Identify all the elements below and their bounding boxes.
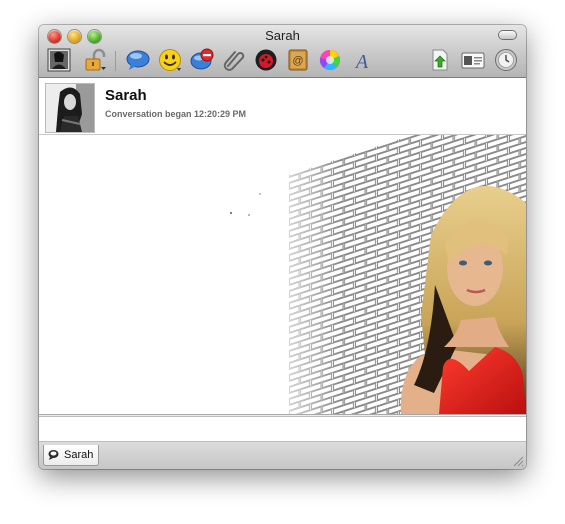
- message-transcript: [39, 135, 526, 415]
- resize-grip-icon[interactable]: [512, 455, 524, 467]
- svg-text:@: @: [292, 55, 303, 67]
- block-icon: [190, 48, 214, 70]
- avatar: [45, 83, 95, 133]
- contact-card-button[interactable]: [461, 48, 485, 72]
- contact-picture-icon: [47, 48, 71, 72]
- contact-picture-button[interactable]: [47, 48, 71, 72]
- encryption-button[interactable]: [83, 48, 107, 72]
- toolbar-toggle-button[interactable]: [499, 31, 516, 39]
- block-button[interactable]: [190, 48, 214, 72]
- svg-text:A: A: [354, 51, 369, 72]
- conversation-start-time: Conversation began 12:20:29 PM: [105, 109, 247, 119]
- padlock-icon: [85, 48, 106, 71]
- send-file-button[interactable]: [222, 48, 246, 72]
- message-input[interactable]: [39, 416, 526, 442]
- tab-bar: Sarah: [39, 442, 526, 469]
- font-button[interactable]: A: [350, 48, 374, 73]
- ladybug-icon: [255, 49, 277, 71]
- upload-button[interactable]: [428, 48, 452, 72]
- smiley-face-icon: [159, 49, 181, 71]
- upload-arrow-icon: [432, 49, 448, 71]
- tab-sarah[interactable]: Sarah: [43, 445, 99, 466]
- chat-window: Sarah @ A Sarah Conversation began 12:20…: [39, 25, 526, 469]
- toolbar-separator: [115, 51, 116, 71]
- clock-icon: [495, 49, 517, 71]
- emoticon-button[interactable]: [158, 48, 182, 72]
- tab-label: Sarah: [64, 449, 94, 461]
- chat-bubble-button[interactable]: [126, 48, 150, 72]
- titlebar: Sarah @ A: [39, 25, 526, 78]
- font-letter-icon: A: [354, 51, 369, 73]
- paperclip-icon: [223, 51, 245, 71]
- conversation-header: Sarah Conversation began 12:20:29 PM: [39, 78, 526, 135]
- address-book-button[interactable]: @: [286, 48, 310, 72]
- transcript-background-image: [39, 135, 526, 414]
- contact-name: Sarah: [105, 87, 147, 104]
- chat-icon: [48, 450, 59, 460]
- color-button[interactable]: [318, 48, 342, 72]
- contact-card-icon: [461, 52, 485, 69]
- window-title: Sarah: [265, 28, 300, 43]
- speech-bubble-icon: [126, 50, 150, 70]
- info-button[interactable]: [254, 48, 278, 72]
- color-wheel-icon: [319, 49, 340, 70]
- history-button[interactable]: [494, 48, 518, 72]
- address-book-icon: @: [288, 49, 308, 71]
- contact-photo: [46, 84, 94, 132]
